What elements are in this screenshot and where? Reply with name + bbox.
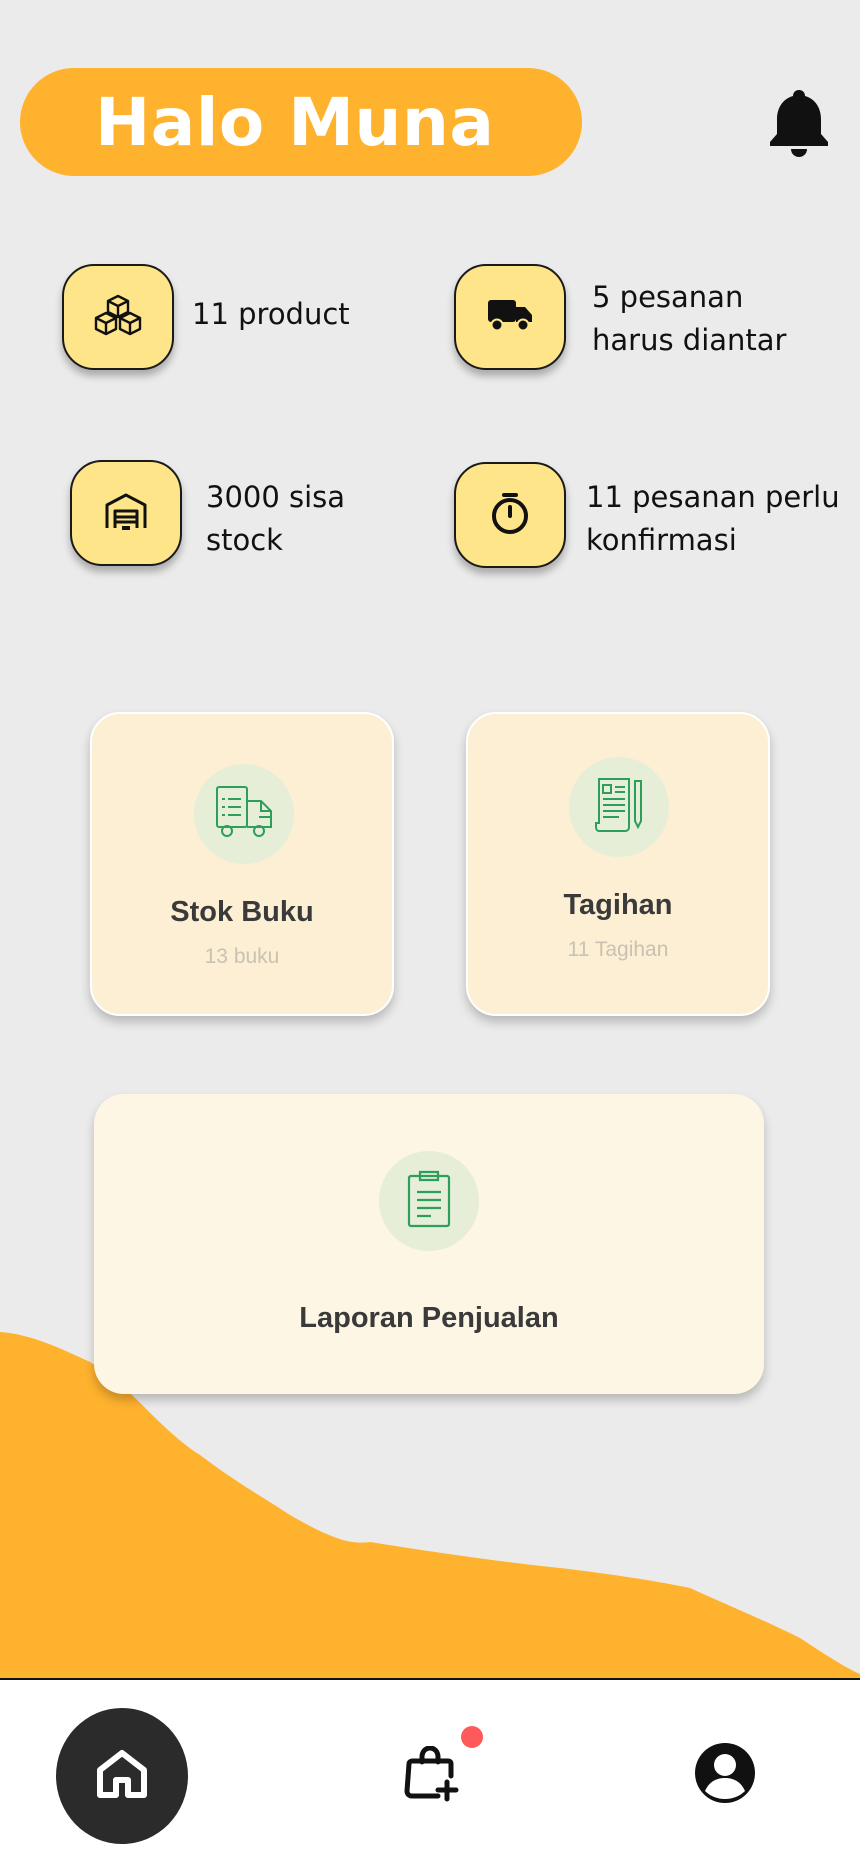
stock-icon-circle — [194, 764, 294, 864]
stat-product-line1: 11 product — [192, 297, 350, 331]
bottom-navigation — [0, 1678, 860, 1864]
stat-delivery-line2: harus diantar — [592, 323, 787, 357]
home-icon — [95, 1748, 149, 1805]
nav-profile-button[interactable] — [694, 1742, 756, 1809]
truck-icon — [487, 298, 533, 337]
stat-stock-tile — [70, 460, 182, 566]
invoice-card[interactable]: Tagihan 11 Tagihan — [466, 712, 770, 1016]
stat-stock-line2: stock — [206, 523, 283, 557]
stat-confirm-tile — [454, 462, 566, 568]
stat-product-text: 11 product — [192, 293, 350, 336]
stat-confirm-text: 11 pesanan perlu konfirmasi — [586, 476, 840, 562]
stat-confirm-line2: konfirmasi — [586, 523, 737, 557]
invoice-title: Tagihan — [563, 889, 673, 921]
warehouse-icon — [104, 491, 148, 536]
stat-product-tile — [62, 264, 174, 370]
delivery-document-icon — [215, 785, 273, 844]
report-icon-circle — [379, 1151, 479, 1251]
clipboard-icon — [407, 1170, 451, 1233]
greeting-banner: Halo Muna — [20, 68, 582, 176]
stock-books-card[interactable]: Stok Buku 13 buku — [90, 712, 394, 1016]
invoice-count: 11 Tagihan — [567, 938, 669, 961]
sales-report-card[interactable]: Laporan Penjualan — [94, 1094, 764, 1394]
greeting-text: Halo Muna — [95, 83, 495, 161]
stopwatch-icon — [490, 491, 530, 540]
nav-home-button[interactable] — [56, 1708, 188, 1844]
shopping-bag-add-icon — [404, 1745, 460, 1807]
boxes-icon — [94, 293, 142, 342]
stock-books-count: 13 buku — [204, 945, 280, 968]
stat-delivery-text: 5 pesanan harus diantar — [592, 276, 786, 362]
profile-icon — [694, 1742, 756, 1809]
nav-add-order-button[interactable] — [402, 1745, 462, 1807]
notification-dot — [461, 1726, 483, 1748]
stock-books-title: Stok Buku — [170, 896, 314, 928]
stat-confirm-line1: 11 pesanan perlu — [586, 480, 840, 514]
stat-delivery-tile — [454, 264, 566, 370]
sales-report-title: Laporan Penjualan — [299, 1302, 559, 1334]
stat-stock-text: 3000 sisa stock — [206, 476, 345, 562]
stat-delivery-line1: 5 pesanan — [592, 280, 744, 314]
invoice-document-icon — [595, 777, 643, 838]
bell-icon[interactable] — [768, 86, 830, 158]
invoice-icon-circle — [569, 757, 669, 857]
stat-stock-line1: 3000 sisa — [206, 480, 346, 514]
